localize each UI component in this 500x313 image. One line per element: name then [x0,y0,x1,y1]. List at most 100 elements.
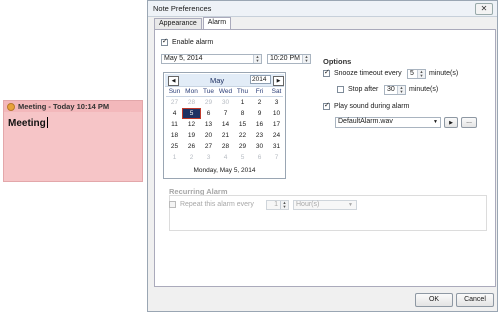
snooze-value: 5 [410,70,414,77]
calendar-day[interactable]: 12 [183,120,200,129]
calendar-day[interactable]: 30 [217,98,234,107]
note-title: Meeting - Today 10:14 PM [18,102,110,111]
calendar-today-footer[interactable]: Monday, May 5, 2014 [164,167,285,174]
repeat-spinner-icon[interactable]: ▲ ▼ [280,201,288,209]
calendar-day[interactable]: 17 [268,120,285,129]
calendar-day[interactable]: 29 [234,142,251,151]
cancel-button[interactable]: Cancel [456,293,494,307]
stop-after-value: 30 [387,86,395,93]
stop-after-unit: minute(s) [409,86,439,93]
repeat-checkbox[interactable] [169,201,176,208]
chevron-down-icon: ▼ [433,119,438,125]
ok-button[interactable]: OK [415,293,453,307]
date-value: May 5, 2014 [164,55,203,62]
calendar-day[interactable]: 3 [200,153,217,162]
calendar-day[interactable]: 8 [234,109,251,118]
snooze-checkbox[interactable] [323,68,330,77]
calendar-day[interactable]: 31 [268,142,285,151]
calendar-day[interactable]: 26 [183,142,200,151]
note-body[interactable]: Meeting [4,112,142,134]
calendar-day[interactable]: 27 [200,142,217,151]
calendar-day[interactable]: 23 [251,131,268,140]
calendar-day[interactable]: 29 [200,98,217,107]
calendar-day[interactable]: 3 [268,98,285,107]
chevron-down-icon: ▼ [348,202,353,208]
calendar-day[interactable]: 9 [251,109,268,118]
enable-alarm-label: Enable alarm [171,39,214,47]
calendar-day[interactable]: 6 [200,109,217,118]
calendar-day[interactable]: 11 [166,120,183,129]
dow-divider [166,96,283,97]
alarm-panel: Enable alarm May 5, 2014 ▲▼ 10:20 PM ▲▼ … [154,29,496,287]
repeat-unit-select[interactable]: Hour(s) ▼ [293,200,357,210]
stop-after-spinner-icon[interactable]: ▲ ▼ [397,86,405,94]
calendar-day[interactable]: 7 [217,109,234,118]
stop-after-checkbox[interactable] [337,86,344,93]
date-dropdown-icon[interactable]: ▲ ▼ [253,55,261,63]
year-spinner[interactable]: 2014 [250,75,271,84]
play-sound-row: Play sound during alarm [323,101,410,111]
calendar-day[interactable]: 25 [166,142,183,151]
calendar-day[interactable]: 2 [183,153,200,162]
calendar-day[interactable]: 7 [268,153,285,162]
calendar-day[interactable]: 10 [268,109,285,118]
play-sound-checkbox[interactable] [323,101,330,110]
calendar-day[interactable]: 16 [251,120,268,129]
enable-alarm-row[interactable]: Enable alarm [161,37,214,47]
stop-after-row: Stop after [337,86,378,93]
sticky-note[interactable]: Meeting - Today 10:14 PM Meeting [3,100,143,182]
note-preferences-dialog: Note Preferences ✕ Appearance Alarm Enab… [147,0,498,312]
note-alarm-icon [7,102,15,111]
calendar-day[interactable]: 14 [217,120,234,129]
calendar-day[interactable]: 4 [166,109,183,118]
stop-after-spinner[interactable]: 30 ▲ ▼ [384,85,406,95]
snooze-row: Snooze timeout every [323,68,402,77]
next-month-button[interactable]: ▶ [273,76,284,86]
dow-sat: Sat [271,88,282,95]
calendar-day[interactable]: 21 [217,131,234,140]
snooze-unit: minute(s) [429,70,459,77]
stop-after-label: Stop after [347,86,379,94]
calendar-day[interactable]: 28 [217,142,234,151]
calendar-day[interactable]: 30 [251,142,268,151]
calendar-day[interactable]: 4 [217,153,234,162]
time-field[interactable]: 10:20 PM ▲ ▼ [267,54,311,64]
calendar-day[interactable]: 1 [166,153,183,162]
snooze-spinner[interactable]: 5 ▲ ▼ [407,69,426,79]
repeat-value: 1 [274,201,278,208]
calendar-day[interactable]: 24 [268,131,285,140]
calendar-year: 2014 [252,76,267,83]
calendar-day[interactable]: 5 [234,153,251,162]
calendar-day[interactable]: 5 [182,108,201,119]
calendar-day[interactable]: 2 [251,98,268,107]
calendar-day[interactable]: 20 [200,131,217,140]
play-sound-button[interactable]: ▶ [444,117,458,128]
time-spinner-icon[interactable]: ▲ ▼ [302,55,310,63]
calendar-day[interactable]: 19 [183,131,200,140]
calendar-day[interactable]: 1 [234,98,251,107]
dialog-titlebar[interactable]: Note Preferences [148,1,497,17]
dow-sun: Sun [168,88,181,95]
calendar-day[interactable]: 18 [166,131,183,140]
calendar-day[interactable]: 28 [183,98,200,107]
calendar-day[interactable]: 13 [200,120,217,129]
calendar-day[interactable]: 6 [251,153,268,162]
enable-alarm-checkbox[interactable] [161,37,168,46]
note-header[interactable]: Meeting - Today 10:14 PM [4,101,142,112]
play-sound-label: Play sound during alarm [333,103,410,111]
time-value: 10:20 PM [270,55,300,62]
snooze-spinner-icon[interactable]: ▲ ▼ [417,70,425,78]
dialog-title: Note Preferences [153,4,212,13]
close-button[interactable]: ✕ [475,3,493,15]
repeat-unit-value: Hour(s) [296,201,320,208]
calendar-day[interactable]: 15 [234,120,251,129]
sound-file-select[interactable]: DefaultAlarm.wav ▼ [335,117,441,128]
calendar: ◀ May 2014 ▶ Sun Mon Tue Wed Thu Fri Sat… [163,72,286,179]
prev-month-button[interactable]: ◀ [168,76,179,86]
calendar-month[interactable]: May [210,76,224,85]
calendar-day[interactable]: 27 [166,98,183,107]
date-field[interactable]: May 5, 2014 ▲ ▼ [161,54,262,64]
repeat-interval-spinner[interactable]: 1 ▲ ▼ [266,200,289,210]
calendar-day[interactable]: 22 [234,131,251,140]
browse-sound-button[interactable]: ... [461,117,477,128]
